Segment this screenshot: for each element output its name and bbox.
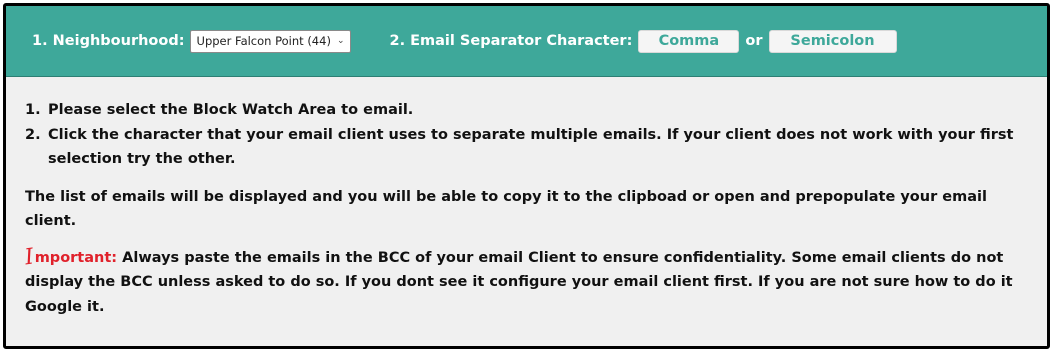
chevron-down-icon: ⌄ — [336, 36, 345, 46]
neighbourhood-selected-value: Upper Falcon Point (44) — [196, 34, 331, 48]
separator-label: 2. Email Separator Character: — [389, 33, 633, 49]
neighbourhood-select[interactable]: Upper Falcon Point (44) ⌄ — [189, 29, 352, 53]
info-paragraph: The list of emails will be displayed and… — [25, 188, 987, 230]
important-initial: I — [23, 244, 36, 270]
step-number: 1. — [25, 102, 41, 118]
important-text: Always paste the emails in the BCC of yo… — [25, 249, 1013, 315]
comma-button[interactable]: Comma — [638, 29, 740, 53]
or-text: or — [745, 33, 763, 49]
options-toolbar: 1. Neighbourhood: Upper Falcon Point (44… — [6, 6, 1047, 77]
instruction-step-2: 2. Click the character that your email c… — [25, 123, 1047, 172]
instructions-content: 1. Please select the Block Watch Area to… — [6, 77, 1047, 319]
step-number: 2. — [25, 126, 41, 143]
semicolon-button[interactable]: Semicolon — [768, 29, 897, 53]
step-text: Click the character that your email clie… — [48, 126, 1014, 168]
email-tool-panel: 1. Neighbourhood: Upper Falcon Point (44… — [3, 3, 1050, 349]
important-label: mportant: — [34, 249, 118, 266]
step-text: Please select the Block Watch Area to em… — [48, 102, 414, 118]
important-paragraph: Important: Always paste the emails in th… — [23, 244, 1025, 320]
instruction-step-1: 1. Please select the Block Watch Area to… — [25, 98, 1047, 123]
neighbourhood-label: 1. Neighbourhood: — [32, 33, 185, 49]
